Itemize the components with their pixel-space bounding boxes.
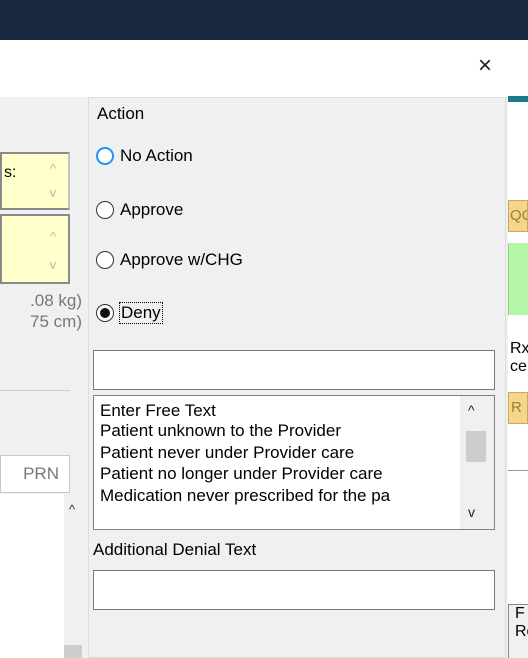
radio-circle-icon[interactable] — [96, 201, 114, 219]
height-fragment: 75 cm) — [30, 312, 82, 331]
radio-no-action[interactable]: No Action — [96, 141, 193, 171]
additional-denial-input[interactable] — [93, 570, 495, 610]
radio-circle-icon[interactable] — [96, 147, 114, 165]
list-item[interactable]: Patient unknown to the Provider — [100, 421, 341, 441]
list-item[interactable]: Enter Free Text — [100, 401, 216, 421]
background-divider — [508, 470, 528, 471]
radio-label: No Action — [120, 146, 193, 165]
weight-height-label: .08 kg) 75 cm) — [0, 290, 82, 332]
bottom-line-1: F — [515, 605, 525, 622]
radio-selected-icon[interactable] — [96, 304, 114, 322]
radio-label: Deny — [119, 302, 163, 324]
chevron-down-icon[interactable]: v — [468, 504, 475, 520]
background-field-1[interactable]: s: ^ v — [0, 152, 70, 210]
denial-reason-list[interactable]: Enter Free Text Patient unknown to the P… — [93, 395, 495, 530]
list-item[interactable]: Medication never prescribed for the pa — [100, 486, 390, 506]
field-label-fragment: s: — [4, 164, 17, 181]
chevron-down-icon[interactable]: v — [40, 180, 66, 205]
list-item[interactable]: Patient never under Provider care — [100, 443, 354, 463]
weight-fragment: .08 kg) — [30, 291, 82, 310]
radio-approve-with-change[interactable]: Approve w/CHG — [96, 245, 243, 275]
background-field-2[interactable]: ^ v — [0, 214, 70, 284]
close-icon: × — [477, 52, 492, 79]
scrollbar-thumb-left[interactable] — [64, 645, 82, 658]
chevron-up-icon[interactable]: ^ — [63, 502, 81, 522]
list-scrollbar[interactable]: ^ v — [460, 396, 494, 529]
radio-approve[interactable]: Approve — [96, 195, 183, 225]
window-titlebar — [0, 0, 528, 40]
background-divider-left — [0, 390, 70, 391]
dialog-header — [0, 40, 508, 97]
denial-reason-input[interactable] — [93, 350, 495, 390]
action-group-title: Action — [94, 104, 148, 124]
close-button[interactable]: × — [470, 46, 500, 86]
background-bottom-panel: F Re — [508, 604, 528, 658]
chevron-up-icon[interactable]: ^ — [40, 224, 66, 249]
additional-denial-label: Additional Denial Text — [93, 540, 257, 559]
background-qc-button[interactable]: QC — [508, 200, 528, 232]
column-header-prn[interactable]: PRN — [0, 455, 70, 493]
background-accent-bar — [508, 96, 528, 102]
chevron-up-icon[interactable]: ^ — [468, 402, 475, 418]
rx-line-2: ce — [510, 358, 527, 375]
background-green-panel — [508, 243, 528, 315]
radio-label: Approve — [120, 200, 184, 219]
background-r-button[interactable]: R — [508, 392, 528, 424]
list-item[interactable]: Patient no longer under Provider care — [100, 464, 383, 484]
bottom-line-2: Re — [515, 623, 528, 640]
chevron-up-icon[interactable]: ^ — [40, 156, 66, 181]
radio-label: Approve w/CHG — [120, 250, 243, 269]
background-rx-label: Rx ce — [510, 340, 528, 376]
scrollbar-thumb[interactable] — [466, 431, 486, 462]
radio-deny[interactable]: Deny — [96, 298, 163, 328]
rx-line-1: Rx — [510, 340, 528, 357]
radio-circle-icon[interactable] — [96, 251, 114, 269]
chevron-down-icon[interactable]: v — [40, 252, 66, 277]
